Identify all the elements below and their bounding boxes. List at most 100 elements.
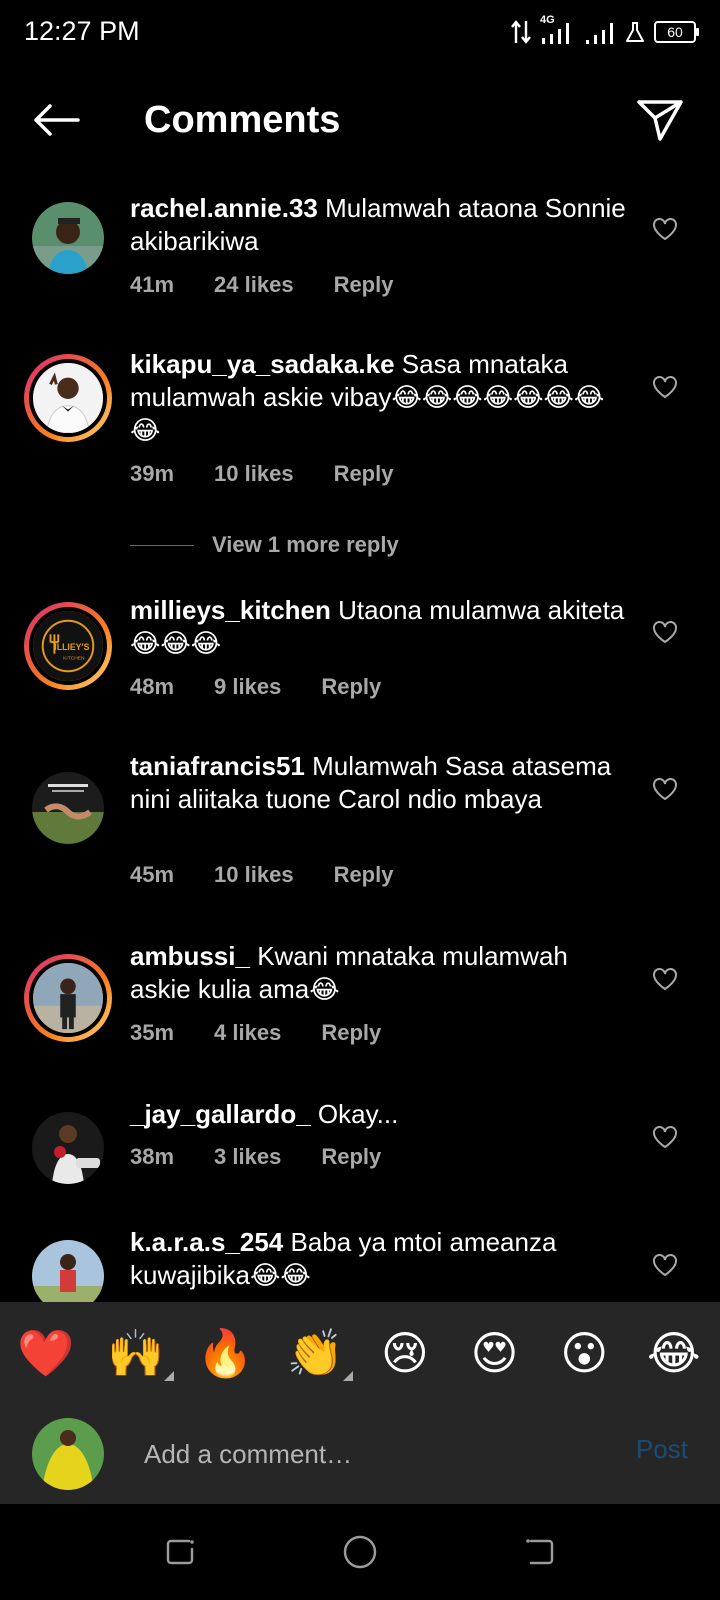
heart-icon	[653, 968, 677, 991]
comment-username[interactable]: millieys_kitchen	[130, 595, 331, 625]
reply-button[interactable]: Reply	[334, 272, 394, 298]
comment-username[interactable]: taniafrancis51	[130, 751, 305, 781]
signal-4g-icon: 4G	[540, 14, 576, 46]
share-button[interactable]	[634, 94, 686, 146]
avatar[interactable]	[24, 1232, 112, 1302]
reply-button[interactable]: Reply	[321, 1020, 381, 1046]
view-more-replies-button[interactable]: View 1 more reply	[130, 532, 399, 558]
send-icon	[637, 100, 683, 141]
comment-time: 45m	[130, 862, 175, 887]
avatar[interactable]: ILLIEY'S KITCHEN	[24, 602, 112, 690]
comment-list[interactable]: rachel.annie.33 Mulamwah ataona Sonnie a…	[0, 180, 720, 1302]
lab-flask-icon	[626, 22, 644, 42]
like-button[interactable]	[650, 617, 680, 647]
comment-body: k.a.r.a.s_254 Baba ya mtoi ameanza kuwaj…	[130, 1226, 630, 1292]
home-button[interactable]	[338, 1530, 382, 1574]
like-button[interactable]	[650, 214, 680, 244]
comment-likes[interactable]: 9 likes	[214, 674, 281, 700]
avatar[interactable]	[24, 954, 112, 1042]
comment-likes[interactable]: 10 likes	[214, 461, 294, 487]
comment-time: 38m	[130, 1144, 175, 1169]
reply-button[interactable]: Reply	[334, 862, 394, 888]
back-nav-button[interactable]	[518, 1530, 562, 1574]
comment-body: taniafrancis51 Mulamwah Sasa atasema nin…	[130, 750, 630, 816]
comment-likes[interactable]: 10 likes	[214, 862, 294, 888]
comment-username[interactable]: rachel.annie.33	[130, 193, 318, 223]
comment-likes[interactable]: 3 likes	[214, 1144, 281, 1170]
comment-meta: 39m 10 likes Reply	[130, 461, 393, 487]
comment-text: Okay...	[317, 1099, 399, 1129]
comment-username[interactable]: ambussi_	[130, 941, 250, 971]
comment-body: millieys_kitchen Utaona mulamwa akiteta😂…	[130, 594, 630, 660]
comment-meta: 38m 3 likes Reply	[130, 1144, 381, 1170]
recent-apps-button[interactable]	[158, 1530, 202, 1574]
user-photo-icon	[32, 1418, 104, 1490]
user-photo-icon	[29, 959, 107, 1037]
emoji-laughing-button[interactable]: 😂	[644, 1323, 704, 1383]
back-nav-icon	[526, 1539, 554, 1565]
heart-icon	[653, 1254, 677, 1277]
arrow-left-icon	[34, 104, 80, 136]
reply-button[interactable]: Reply	[334, 461, 394, 487]
heart-icon	[653, 621, 677, 644]
comment-time: 35m	[130, 1020, 175, 1045]
emoji-clap-glyph: 👏	[286, 1327, 344, 1379]
comment-meta: 35m 4 likes Reply	[130, 1020, 381, 1046]
like-button[interactable]	[650, 774, 680, 804]
avatar[interactable]	[24, 1104, 112, 1192]
avatar[interactable]	[24, 354, 112, 442]
divider-line	[130, 544, 194, 546]
status-time: 12:27 PM	[24, 16, 140, 46]
avatar[interactable]	[24, 764, 112, 852]
reply-button[interactable]: Reply	[321, 674, 381, 700]
emoji-raised-hands-button[interactable]: 🙌	[106, 1323, 174, 1383]
home-circle-icon	[343, 1535, 377, 1569]
avatar[interactable]	[24, 194, 112, 282]
comment-input[interactable]	[128, 1424, 608, 1484]
data-transfer-icon	[511, 20, 531, 44]
battery-level: 60	[667, 24, 683, 40]
heart-icon	[653, 778, 677, 801]
post-button[interactable]: Post	[636, 1434, 688, 1465]
like-button[interactable]	[650, 372, 680, 402]
heart-icon	[653, 1126, 677, 1149]
comment-likes[interactable]: 4 likes	[214, 1020, 281, 1046]
heart-icon	[653, 218, 677, 241]
brand-logo-subtext: KITCHEN	[63, 656, 85, 662]
emoji-reaction-bar: ❤️ 🙌 🔥 👏 😢 😍 😮 😂	[0, 1302, 720, 1404]
comment-username[interactable]: kikapu_ya_sadaka.ke	[130, 349, 395, 379]
comment-body: ambussi_ Kwani mnataka mulamwah askie ku…	[130, 940, 630, 1006]
emoji-heart-button[interactable]: ❤️	[16, 1323, 76, 1383]
comment-body: rachel.annie.33 Mulamwah ataona Sonnie a…	[130, 192, 630, 258]
comment-likes[interactable]: 24 likes	[214, 272, 294, 298]
brand-logo-text: ILLIEY'S	[54, 642, 89, 652]
comment-meta: 48m 9 likes Reply	[130, 674, 381, 700]
view-more-label: View 1 more reply	[212, 532, 399, 557]
emoji-clap-button[interactable]: 👏	[285, 1323, 354, 1383]
like-button[interactable]	[650, 964, 680, 994]
reply-button[interactable]: Reply	[321, 1144, 381, 1170]
comment-meta: 45m 10 likes Reply	[130, 862, 393, 888]
comment-body: kikapu_ya_sadaka.ke Sasa mnataka mulamwa…	[130, 348, 630, 447]
user-photo-icon	[32, 772, 104, 844]
comment-username[interactable]: _jay_gallardo_	[130, 1099, 311, 1129]
page-title: Comments	[144, 99, 341, 141]
user-photo-icon	[32, 1112, 104, 1184]
comment-time: 48m	[130, 674, 175, 699]
emoji-fire-button[interactable]: 🔥	[195, 1323, 255, 1383]
signal-icon	[586, 23, 613, 44]
emoji-surprised-button[interactable]: 😮	[554, 1323, 614, 1383]
status-icons: 4G 60	[510, 14, 699, 50]
battery-icon: 60	[654, 21, 699, 43]
emoji-cry-button[interactable]: 😢	[375, 1323, 435, 1383]
emoji-raised-hands-glyph: 🙌	[107, 1327, 165, 1379]
system-nav-bar	[0, 1504, 720, 1600]
emoji-heart-eyes-button[interactable]: 😍	[465, 1323, 525, 1383]
comment-time: 41m	[130, 272, 175, 297]
comment-username[interactable]: k.a.r.a.s_254	[130, 1227, 283, 1257]
like-button[interactable]	[650, 1250, 680, 1280]
comment-body: _jay_gallardo_ Okay...	[130, 1098, 630, 1131]
back-button[interactable]	[28, 96, 84, 144]
recent-apps-icon	[166, 1539, 194, 1565]
like-button[interactable]	[650, 1122, 680, 1152]
